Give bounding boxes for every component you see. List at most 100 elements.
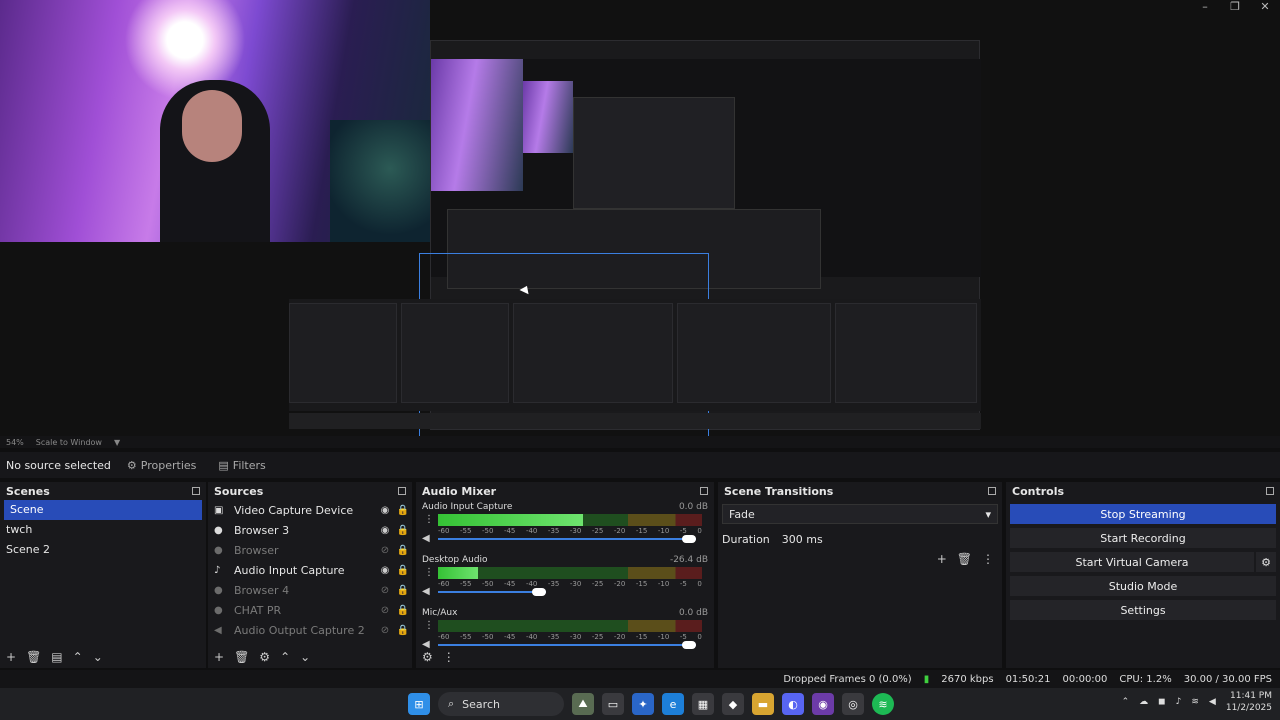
popout-icon[interactable] bbox=[1266, 487, 1274, 495]
meter-tick: -10 bbox=[657, 580, 670, 588]
properties-button[interactable]: ⚙ Properties bbox=[121, 457, 202, 474]
wifi-icon[interactable]: ≋ bbox=[1191, 697, 1199, 707]
studio-mode-button[interactable]: Studio Mode bbox=[1010, 576, 1276, 596]
lock-icon[interactable]: 🔒 bbox=[394, 545, 412, 556]
minimize-icon[interactable]: – bbox=[1190, 0, 1220, 14]
eye-hidden-icon[interactable]: ⊘ bbox=[376, 625, 394, 636]
popout-icon[interactable] bbox=[988, 487, 996, 495]
scale-mode[interactable]: Scale to Window bbox=[36, 438, 102, 447]
trash-icon[interactable]: 🗑 bbox=[26, 650, 41, 664]
widget-icon[interactable]: ⛰ bbox=[572, 693, 594, 715]
gear-icon[interactable]: ⚙ bbox=[1256, 552, 1276, 572]
obs-icon[interactable]: ◎ bbox=[842, 693, 864, 715]
more-icon[interactable]: ⋮ bbox=[443, 650, 455, 664]
lock-icon[interactable]: 🔒 bbox=[394, 565, 412, 576]
move-up-icon[interactable]: ⌃ bbox=[280, 650, 290, 664]
move-down-icon[interactable]: ⌄ bbox=[93, 650, 103, 664]
taskbar-search[interactable]: ⌕ Search bbox=[438, 692, 564, 716]
volume-knob[interactable] bbox=[532, 588, 547, 596]
close-icon[interactable]: ✕ bbox=[1250, 0, 1280, 14]
folder-icon[interactable]: ▬ bbox=[752, 693, 774, 715]
add-icon[interactable]: + bbox=[6, 650, 16, 664]
popout-icon[interactable] bbox=[398, 487, 406, 495]
clock[interactable]: 11:41 PM 11/2/2025 bbox=[1226, 690, 1272, 714]
gear-icon[interactable]: ⚙ bbox=[422, 650, 433, 664]
more-icon[interactable]: ⋮ bbox=[424, 620, 434, 631]
eye-icon[interactable]: ◉ bbox=[376, 565, 394, 576]
spotify-icon[interactable]: ≋ bbox=[872, 693, 894, 715]
stop-streaming-button[interactable]: Stop Streaming bbox=[1010, 504, 1276, 524]
filter-icon[interactable]: ▤ bbox=[51, 650, 62, 664]
volume-slider[interactable] bbox=[438, 588, 547, 596]
source-row[interactable]: ▣ Video Capture Device ◉ 🔒 bbox=[208, 500, 412, 520]
cloud-icon[interactable]: ☁ bbox=[1139, 697, 1148, 707]
channel-db: 0.0 dB bbox=[678, 608, 708, 618]
trash-icon[interactable]: 🗑 bbox=[234, 650, 249, 664]
windows-start-icon[interactable]: ⊞ bbox=[408, 693, 430, 715]
mic-icon[interactable]: ♪ bbox=[1176, 697, 1182, 707]
volume-knob[interactable] bbox=[682, 641, 696, 649]
discord-icon[interactable]: ◐ bbox=[782, 693, 804, 715]
eye-hidden-icon[interactable]: ⊘ bbox=[376, 605, 394, 616]
app-tray-icon[interactable]: ◼ bbox=[1158, 697, 1165, 707]
controls-title: Controls bbox=[1012, 484, 1065, 498]
task-view-icon[interactable]: ▭ bbox=[602, 693, 624, 715]
copilot-icon[interactable]: ✦ bbox=[632, 693, 654, 715]
source-row[interactable]: ● Browser 3 ◉ 🔒 bbox=[208, 520, 412, 540]
eye-hidden-icon[interactable]: ⊘ bbox=[376, 545, 394, 556]
source-row[interactable]: ● CHAT PR ⊘ 🔒 bbox=[208, 600, 412, 620]
lock-icon[interactable]: 🔒 bbox=[394, 605, 412, 616]
more-icon[interactable]: ⋮ bbox=[424, 514, 434, 525]
trash-icon[interactable]: 🗑 bbox=[957, 552, 972, 566]
lock-icon[interactable]: 🔒 bbox=[394, 625, 412, 636]
store-icon[interactable]: ▦ bbox=[692, 693, 714, 715]
source-row[interactable]: ● Browser 4 ⊘ 🔒 bbox=[208, 580, 412, 600]
app-icon[interactable]: ◉ bbox=[812, 693, 834, 715]
add-icon[interactable]: + bbox=[937, 552, 947, 566]
lock-icon[interactable]: 🔒 bbox=[394, 505, 412, 516]
eye-icon[interactable]: ◉ bbox=[376, 505, 394, 516]
move-up-icon[interactable]: ⌃ bbox=[73, 650, 83, 664]
popout-icon[interactable] bbox=[192, 487, 200, 495]
start-recording-button[interactable]: Start Recording bbox=[1010, 528, 1276, 548]
transition-select[interactable]: Fade ▾ bbox=[722, 504, 998, 524]
volume-slider[interactable] bbox=[438, 535, 696, 543]
lock-icon[interactable]: 🔒 bbox=[394, 525, 412, 536]
mixer-channel: Desktop Audio -26.4 dB ⋮ -60 -55 -50 -45 -40… bbox=[416, 553, 714, 606]
scene-item[interactable]: Scene 2 bbox=[0, 540, 206, 560]
pin-icon[interactable]: ◆ bbox=[722, 693, 744, 715]
filters-button[interactable]: ▤ Filters bbox=[212, 457, 271, 474]
more-icon[interactable]: ⋮ bbox=[424, 567, 434, 578]
chevron-up-icon[interactable]: ⌃ bbox=[1122, 697, 1130, 707]
speaker-icon[interactable]: ◀ bbox=[422, 639, 430, 650]
scenes-title: Scenes bbox=[6, 484, 50, 498]
speaker-icon[interactable]: ◀ bbox=[422, 586, 430, 597]
restore-icon[interactable]: ❐ bbox=[1220, 0, 1250, 14]
popout-icon[interactable] bbox=[700, 487, 708, 495]
source-row[interactable]: ♪ Audio Input Capture ◉ 🔒 bbox=[208, 560, 412, 580]
scene-item[interactable]: twch bbox=[0, 520, 206, 540]
source-row[interactable]: ◀ Audio Output Capture 2 ⊘ 🔒 bbox=[208, 620, 412, 640]
duration-input[interactable]: 300 ms bbox=[782, 533, 823, 546]
lock-icon[interactable]: 🔒 bbox=[394, 585, 412, 596]
settings-button[interactable]: Settings bbox=[1010, 600, 1276, 620]
zoom-level[interactable]: 54% bbox=[6, 438, 24, 447]
volume-slider[interactable] bbox=[438, 641, 696, 649]
scene-item[interactable]: Scene bbox=[4, 500, 202, 520]
start-virtual-camera-button[interactable]: Start Virtual Camera bbox=[1010, 552, 1254, 572]
add-icon[interactable]: + bbox=[214, 650, 224, 664]
edge-icon[interactable]: e bbox=[662, 693, 684, 715]
bitrate: 2670 kbps bbox=[941, 673, 994, 685]
gear-icon[interactable]: ⚙ bbox=[259, 650, 270, 664]
chevron-down-icon[interactable]: ▼ bbox=[114, 438, 120, 447]
source-row[interactable]: ● Browser ⊘ 🔒 bbox=[208, 540, 412, 560]
more-icon[interactable]: ⋮ bbox=[982, 552, 994, 566]
eye-hidden-icon[interactable]: ⊘ bbox=[376, 585, 394, 596]
preview-canvas[interactable] bbox=[0, 0, 1280, 436]
volume-icon[interactable]: ◀ bbox=[1209, 697, 1216, 707]
eye-icon[interactable]: ◉ bbox=[376, 525, 394, 536]
speaker-icon[interactable]: ◀ bbox=[422, 533, 430, 544]
volume-knob[interactable] bbox=[682, 535, 696, 543]
move-down-icon[interactable]: ⌄ bbox=[300, 650, 310, 664]
status-bar: Dropped Frames 0 (0.0%) ▮ 2670 kbps 01:5… bbox=[0, 670, 1280, 688]
